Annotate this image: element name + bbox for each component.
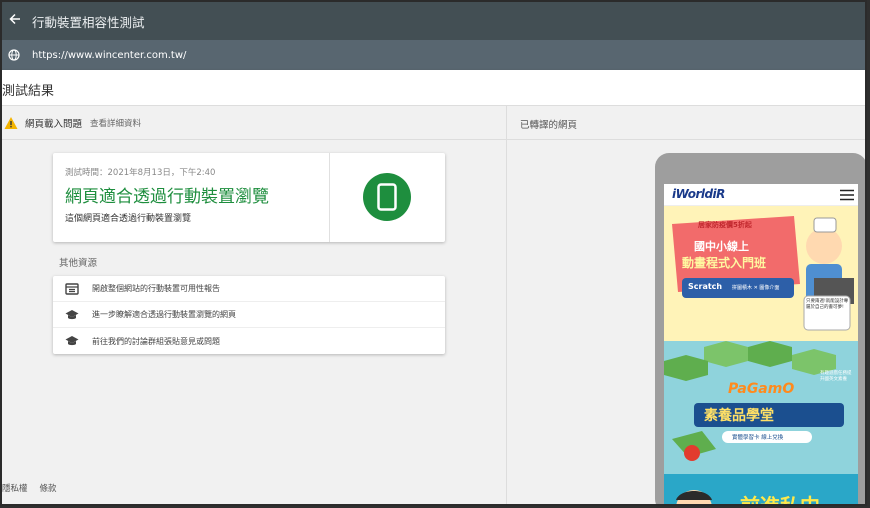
result-subline: 這個網頁適合透過行動裝置瀏覽 [65, 214, 192, 224]
resource-item-forum[interactable]: 前往我們的討論群組張貼意見或問題 [53, 328, 445, 354]
phone-screen[interactable]: iWorldiR 居家防疫價5折起 國中小線上 動畫程式入門班 Scratch … [664, 184, 858, 506]
pagamo-banner: PaGamO 素養品學堂 實體學習卡 線上兌換 有趣遊戲任務提升國英文素養 [664, 341, 858, 474]
school-icon [65, 309, 79, 319]
resource-label: 開啟整個網站的行動裝置可用性報告 [92, 284, 220, 293]
course-banner: 居家防疫價5折起 國中小線上 動畫程式入門班 Scratch 拼圖積木 ✕ 圖像… [664, 206, 858, 341]
footer: 隱私權 條款 [2, 482, 57, 494]
promo-text: 居家防疫價5折起 [698, 221, 752, 229]
pagamo-bubble: 有趣遊戲任務提升國英文素養 [820, 371, 852, 382]
private-school-banner: 前進私中 [664, 474, 858, 506]
scratch-sub: 拼圖積木 ✕ 圖像介面 [732, 285, 780, 291]
globe-icon [4, 45, 24, 65]
result-headline: 網頁適合透過行動裝置瀏覽 [65, 187, 269, 207]
app-title: 行動裝置相容性測試 [32, 14, 145, 30]
pagamo-title: 素養品學堂 [704, 408, 774, 424]
top-app-bar: 行動裝置相容性測試 [2, 2, 865, 40]
banner-art [664, 206, 858, 341]
scratch-tag: Scratch [688, 282, 723, 291]
course-line1: 國中小線上 [694, 240, 749, 253]
results-header: 測試結果 [2, 70, 865, 106]
other-resources-title: 其他資源 [59, 258, 98, 269]
issue-label: 網頁載入問題 [25, 118, 83, 130]
rendered-page-title: 已轉譯的網頁 [520, 120, 578, 131]
resource-label: 進一步瞭解適合透過行動裝置瀏覽的網頁 [92, 310, 236, 319]
bubble-text: 只要兩週!就能設計專屬於自己的書可夢! [806, 299, 849, 310]
site-header: iWorldiR [664, 184, 858, 206]
site-logo: iWorldiR [672, 187, 725, 201]
hamburger-menu-icon [840, 189, 854, 201]
resource-item-usability-report[interactable]: 開啟整個網站的行動裝置可用性報告 [53, 276, 445, 302]
test-time: 測試時間：2021年8月13日，下午2:40 [65, 168, 216, 178]
smartphone-icon [363, 173, 411, 221]
tested-url-bar: https://www.wincenter.com.tw/ [2, 40, 865, 70]
rendered-page-panel: 已轉譯的網頁 iWorldiR 居家防疫價5折起 國中小線上 動畫程式入門班 S… [507, 106, 865, 504]
tested-url: https://www.wincenter.com.tw/ [32, 49, 187, 61]
school-icon [65, 336, 79, 346]
pagamo-brand: PaGamO [728, 381, 795, 397]
privacy-link[interactable]: 隱私權 [2, 482, 28, 494]
resource-item-learn-more[interactable]: 進一步瞭解適合透過行動裝置瀏覽的網頁 [53, 302, 445, 328]
resource-label: 前往我們的討論群組張貼意見或問題 [92, 336, 220, 346]
report-icon [65, 282, 79, 295]
rendered-page-header: 已轉譯的網頁 [507, 106, 865, 140]
app-window: 行動裝置相容性測試 https://www.wincenter.com.tw/ … [0, 0, 867, 506]
banner3-title: 前進私中 [740, 494, 820, 506]
other-resources-list: 開啟整個網站的行動裝置可用性報告 進一步瞭解適合透過行動裝置瀏覽的網頁 前往我們… [53, 276, 445, 354]
result-summary: 測試時間：2021年8月13日，下午2:40 網頁適合透過行動裝置瀏覽 這個網頁… [53, 153, 330, 242]
course-line2: 動畫程式入門班 [682, 256, 767, 270]
terms-link[interactable]: 條款 [40, 482, 57, 494]
page-loading-issue[interactable]: 網頁載入問題 查看詳細資料 [2, 106, 506, 140]
arrow-back-icon[interactable] [2, 13, 28, 29]
result-card: 測試時間：2021年8月13日，下午2:40 網頁適合透過行動裝置瀏覽 這個網頁… [53, 153, 445, 242]
results-panel: 網頁載入問題 查看詳細資料 測試時間：2021年8月13日，下午2:40 網頁適… [2, 106, 507, 504]
pagamo-sub: 實體學習卡 線上兌換 [732, 435, 784, 441]
phone-preview: iWorldiR 居家防疫價5折起 國中小線上 動畫程式入門班 Scratch … [655, 153, 865, 506]
warning-icon [4, 116, 18, 129]
view-details-link[interactable]: 查看詳細資料 [90, 117, 141, 129]
results-title: 測試結果 [2, 84, 55, 99]
